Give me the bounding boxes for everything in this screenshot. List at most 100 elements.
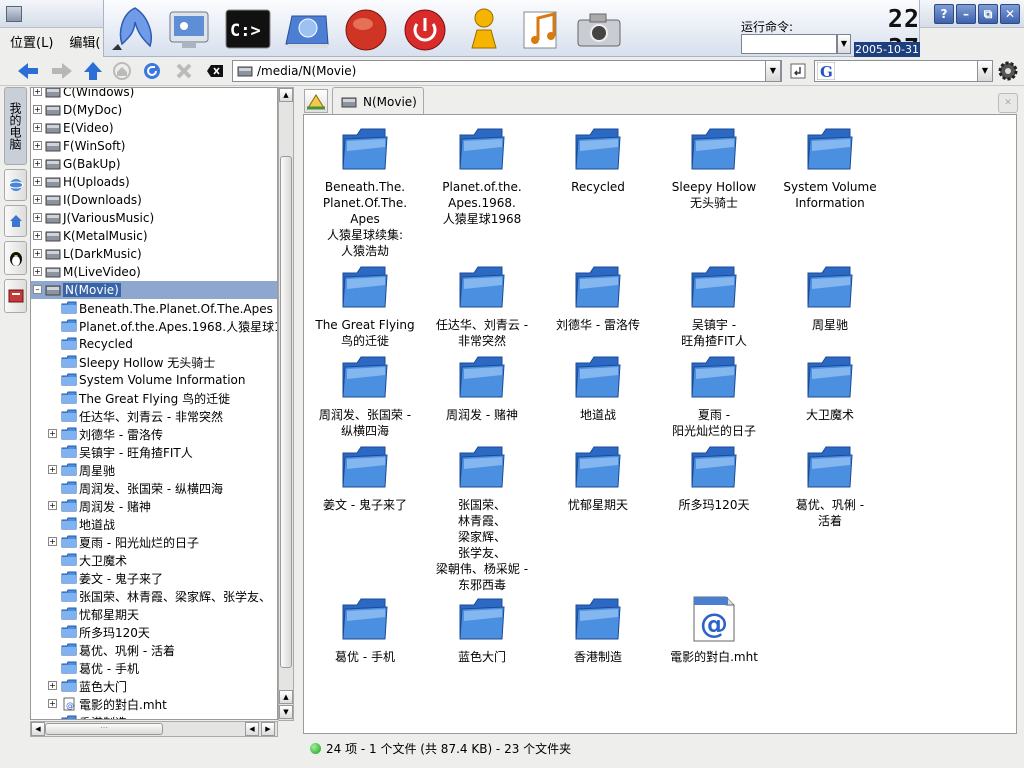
tree-expander-icon[interactable]: +: [33, 195, 42, 204]
new-tab-button[interactable]: [304, 89, 328, 113]
tree-row[interactable]: + 夏雨 - 阳光灿烂的日子: [31, 533, 277, 551]
window-menu-icon[interactable]: [6, 6, 22, 22]
file-item[interactable]: The Great Flying 鸟的迁徙: [306, 261, 424, 349]
go-button[interactable]: [788, 60, 808, 82]
location-bar[interactable]: /media/N(Movie): [232, 60, 782, 82]
tree-row[interactable]: Sleepy Hollow 无头骑士: [31, 353, 277, 371]
file-item[interactable]: 香港制造: [539, 593, 657, 665]
menu-edit[interactable]: 编辑(: [59, 32, 106, 51]
tree-row[interactable]: 姜文 - 鬼子来了: [31, 569, 277, 587]
run-command-dropdown[interactable]: ▼: [837, 34, 851, 54]
tree-expander-icon[interactable]: +: [33, 249, 42, 258]
tree-expander-icon[interactable]: +: [33, 159, 42, 168]
tree-row[interactable]: + G(BakUp): [31, 155, 277, 173]
tree-row[interactable]: + K(MetalMusic): [31, 227, 277, 245]
tree-expander-icon[interactable]: +: [48, 501, 57, 510]
tree-scroll-left-button-2[interactable]: ◀: [245, 722, 259, 736]
camera-icon[interactable]: [574, 4, 624, 54]
tree-row[interactable]: + H(Uploads): [31, 173, 277, 191]
file-item[interactable]: 周润发、张国荣 - 纵横四海: [306, 351, 424, 439]
tree-expander-icon[interactable]: +: [33, 141, 42, 150]
file-item[interactable]: Planet.of.the. Apes.1968. 人猿星球1968: [423, 123, 541, 227]
file-item[interactable]: 所多玛120天: [655, 441, 773, 513]
tree-row[interactable]: 香港制造: [31, 713, 277, 719]
back-button[interactable]: [14, 60, 44, 82]
sidebar-tab-home[interactable]: [4, 205, 27, 237]
tree-expander-icon[interactable]: +: [33, 213, 42, 222]
maximize-button[interactable]: ⧉: [978, 4, 998, 24]
tree-scroll-up-button[interactable]: ▲: [279, 88, 293, 102]
search-engine-dropdown[interactable]: ▼: [977, 60, 993, 82]
tree-expander-icon[interactable]: +: [48, 465, 57, 474]
music-player-icon[interactable]: [518, 4, 568, 54]
run-command-input[interactable]: [741, 34, 837, 54]
web-search-input[interactable]: G: [814, 60, 978, 82]
file-item[interactable]: 大卫魔术: [771, 351, 889, 423]
tree-scroll-up-button-2[interactable]: ▲: [279, 690, 293, 704]
tab-n-movie[interactable]: N(Movie): [332, 87, 424, 115]
home-button[interactable]: [110, 60, 134, 82]
tree-row[interactable]: 张国荣、林青霞、梁家辉、张学友、: [31, 587, 277, 605]
tree-horizontal-scroll-thumb[interactable]: ⋯: [45, 723, 163, 735]
tree-row[interactable]: + F(WinSoft): [31, 137, 277, 155]
tree-row[interactable]: 周润发、张国荣 - 纵横四海: [31, 479, 277, 497]
tree-row[interactable]: + J(VariousMusic): [31, 209, 277, 227]
close-button[interactable]: ✕: [1000, 4, 1020, 24]
tree-expander-icon[interactable]: +: [33, 123, 42, 132]
tree-expander-icon[interactable]: +: [33, 105, 42, 114]
tree-row[interactable]: The Great Flying 鸟的迁徙: [31, 389, 277, 407]
tree-vertical-scrollbar[interactable]: ▲ ▲ ▼: [278, 87, 294, 721]
file-item[interactable]: 蓝色大门: [423, 593, 541, 665]
sidebar-tab-history[interactable]: [4, 279, 27, 313]
network-folder-icon[interactable]: [282, 4, 332, 54]
file-item[interactable]: 忧郁星期天: [539, 441, 657, 513]
tree-expander-icon[interactable]: +: [33, 231, 42, 240]
tree-row[interactable]: + M(LiveVideo): [31, 263, 277, 281]
tree-expander-icon[interactable]: –: [33, 285, 42, 294]
file-item[interactable]: 任达华、刘青云 - 非常突然: [423, 261, 541, 349]
file-item[interactable]: 周星驰: [771, 261, 889, 333]
file-item[interactable]: 吴镇宇 - 旺角揸FIT人: [655, 261, 773, 349]
kde-menu-icon[interactable]: [110, 4, 160, 54]
reload-button[interactable]: [140, 60, 164, 82]
file-item[interactable]: 刘德华 - 雷洛传: [539, 261, 657, 333]
file-item[interactable]: 夏雨 - 阳光灿烂的日子: [655, 351, 773, 439]
file-item[interactable]: 地道战: [539, 351, 657, 423]
tree-row[interactable]: Beneath.The.Planet.Of.The.Apes 人: [31, 299, 277, 317]
my-computer-icon[interactable]: [164, 4, 214, 54]
tree-row[interactable]: 大卫魔术: [31, 551, 277, 569]
user-icon[interactable]: [459, 4, 509, 54]
throbber-gear[interactable]: [996, 58, 1020, 84]
tree-row[interactable]: + 刘德华 - 雷洛传: [31, 425, 277, 443]
stop-button[interactable]: [172, 60, 196, 82]
tree-expander-icon[interactable]: +: [48, 699, 57, 708]
menu-location[interactable]: 位置(L): [0, 32, 59, 51]
tree-expander-icon[interactable]: +: [48, 537, 57, 546]
tree-row[interactable]: + E(Video): [31, 119, 277, 137]
forward-button[interactable]: [46, 60, 76, 82]
sidebar-tab-network[interactable]: [4, 169, 27, 201]
clear-location-button[interactable]: [204, 60, 226, 82]
tree-expander-icon[interactable]: +: [33, 88, 42, 96]
tree-row[interactable]: Recycled: [31, 335, 277, 353]
tree-scroll-right-button[interactable]: ▶: [261, 722, 275, 736]
file-item[interactable]: System Volume Information: [771, 123, 889, 211]
tree-row[interactable]: 所多玛120天: [31, 623, 277, 641]
tree-row[interactable]: + 蓝色大门: [31, 677, 277, 695]
file-item[interactable]: 葛优 - 手机: [306, 593, 424, 665]
sidebar-tab-my-computer[interactable]: 我的电脑: [4, 87, 27, 165]
tree-row[interactable]: 葛优、巩俐 - 活着: [31, 641, 277, 659]
file-item[interactable]: 姜文 - 鬼子来了: [306, 441, 424, 513]
tree-row[interactable]: 葛优 - 手机: [31, 659, 277, 677]
tree-scroll-left-button[interactable]: ◀: [31, 722, 45, 736]
sidebar-tab-services[interactable]: [4, 241, 27, 275]
file-item[interactable]: Sleepy Hollow 无头骑士: [655, 123, 773, 211]
file-item[interactable]: @ 電影的對白.mht: [655, 593, 773, 665]
tree-vertical-scroll-thumb[interactable]: [280, 156, 292, 668]
file-item[interactable]: 周润发 - 赌神: [423, 351, 541, 423]
tree-expander-icon[interactable]: +: [33, 177, 42, 186]
file-item[interactable]: Recycled: [539, 123, 657, 195]
tree-row[interactable]: 任达华、刘青云 - 非常突然: [31, 407, 277, 425]
tree-row[interactable]: 吴镇宇 - 旺角揸FIT人: [31, 443, 277, 461]
terminal-icon[interactable]: C:>: [223, 4, 273, 54]
